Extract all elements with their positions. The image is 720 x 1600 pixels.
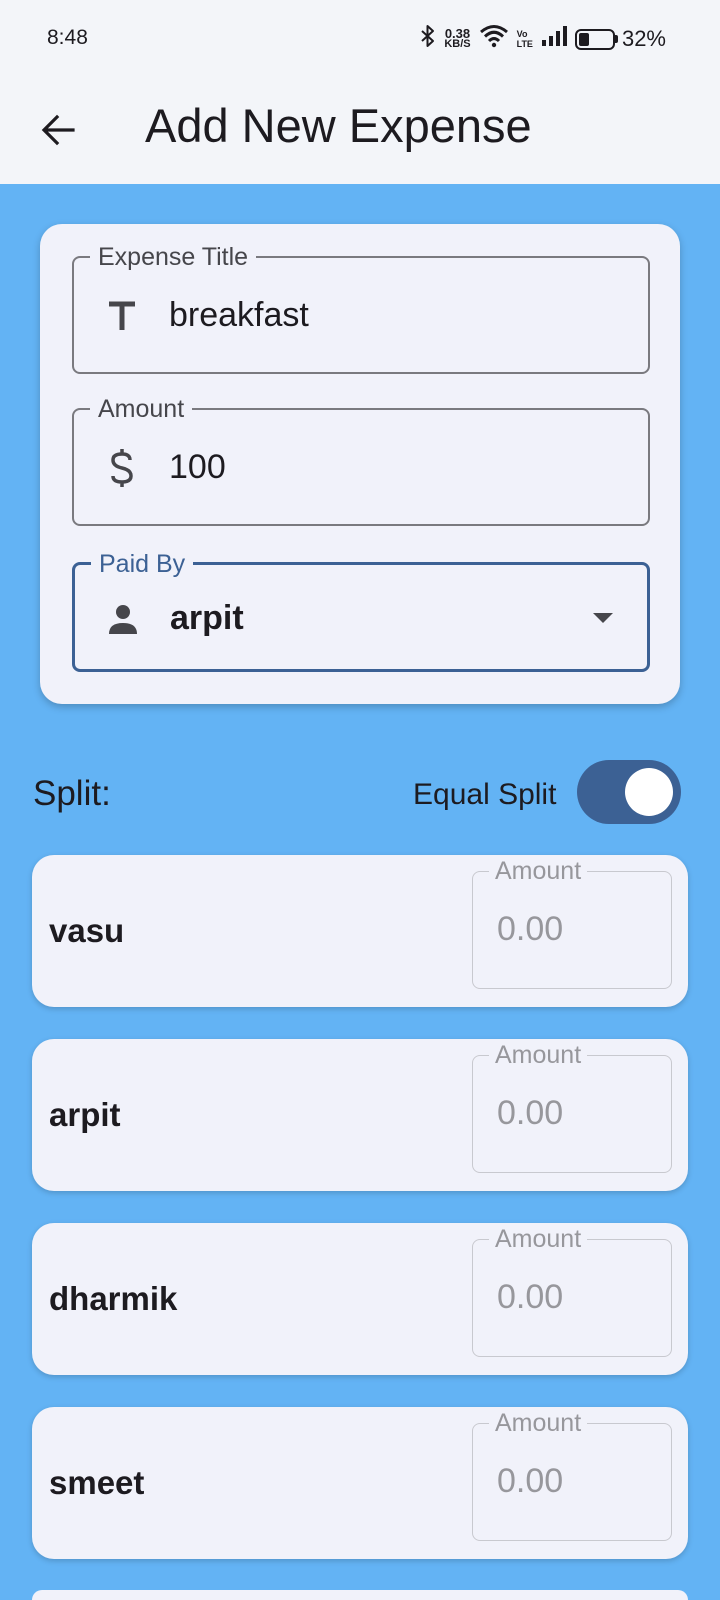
expense-title-label: Expense Title [90,243,257,271]
status-icons: 0.38 KB/S Vo LTE 32% [420,24,666,54]
equal-split-toggle[interactable] [577,760,681,824]
member-card: dharmik Amount 0.00 [32,1223,688,1375]
member-amount-label: Amount [489,1225,588,1253]
expense-title-field[interactable]: Expense Title breakfast [72,243,650,374]
member-amount-label: Amount [489,857,588,885]
battery-icon: 32% [574,26,666,52]
page-title: Add New Expense [145,99,532,152]
member-name: dharmik [49,1280,178,1317]
member-name: smeet [49,1464,145,1501]
paid-by-dropdown[interactable]: Paid By arpit [72,550,650,672]
split-label: Split: [33,774,111,813]
title-t-icon [104,296,140,336]
bluetooth-icon [420,24,436,54]
network-speed: 0.38 KB/S [444,26,471,50]
amount-field[interactable]: Amount 100 [72,395,650,526]
member-name: arpit [49,1096,121,1133]
member-card: arpit Amount 0.00 [32,1039,688,1191]
member-amount-label: Amount [489,1409,588,1437]
battery-percent: 32% [621,26,666,51]
status-bar: 8:48 0.38 KB/S Vo LTE 32% [0,0,720,84]
member-amount-label: Amount [489,1041,588,1069]
member-amount-placeholder: 0.00 [497,1094,564,1132]
member-card: vasu Amount 0.00 [32,855,688,1007]
app-bar: Add New Expense [0,84,720,184]
expense-title-value: breakfast [169,296,309,334]
member-card: smeet Amount 0.00 [32,1407,688,1559]
paid-by-label: Paid By [91,550,194,578]
member-amount-placeholder: 0.00 [497,1462,564,1500]
person-icon [105,599,141,639]
back-button[interactable] [36,108,80,152]
wifi-icon [479,24,509,54]
member-amount-placeholder: 0.00 [497,1278,564,1316]
arrow-left-icon [41,114,75,146]
split-row: Split: Equal Split [0,760,720,828]
member-card-partial [32,1590,688,1600]
signal-icon [541,25,567,53]
status-time: 8:48 [47,26,88,49]
member-amount-input[interactable]: Amount 0.00 [472,1225,672,1357]
equal-split-label: Equal Split [413,778,557,811]
chevron-down-icon [593,613,613,623]
member-amount-input[interactable]: Amount 0.00 [472,1409,672,1541]
volte-indicator: Vo LTE [516,29,533,49]
expense-form-card: Expense Title breakfast Amount 100 Paid … [40,224,680,704]
member-name: vasu [49,912,125,949]
amount-value: 100 [169,448,226,486]
amount-label: Amount [90,395,193,423]
toggle-knob [625,768,673,816]
member-amount-placeholder: 0.00 [497,910,564,948]
member-amount-input[interactable]: Amount 0.00 [472,1041,672,1173]
paid-by-value: arpit [170,599,244,637]
member-amount-input[interactable]: Amount 0.00 [472,857,672,989]
dollar-icon [104,448,140,488]
